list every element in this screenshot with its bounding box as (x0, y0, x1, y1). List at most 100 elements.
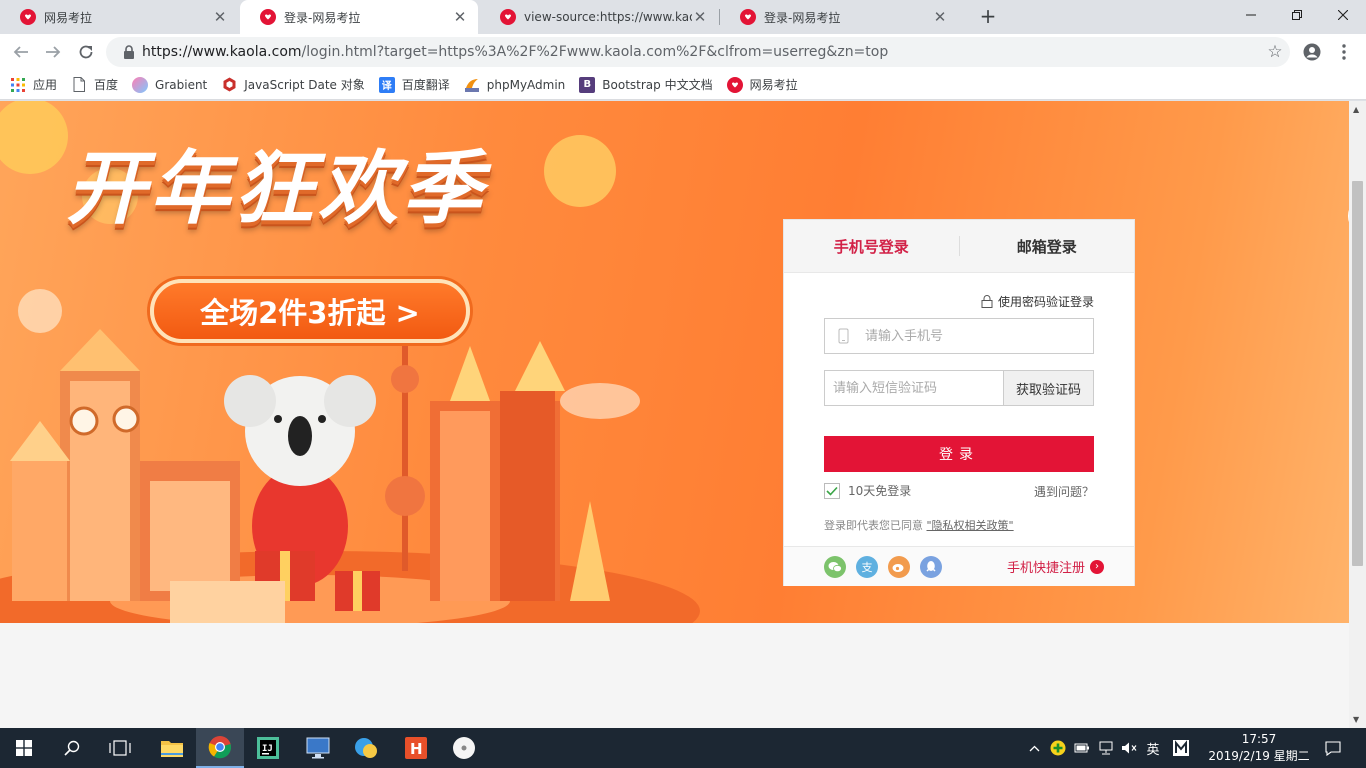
taskbar-hbuilder[interactable]: H (392, 728, 440, 768)
taskbar-intellij[interactable]: IJ (244, 728, 292, 768)
chrome-icon (208, 736, 232, 759)
translate-icon: 译 (378, 76, 395, 93)
back-button[interactable] (8, 39, 34, 65)
password-login-label: 使用密码验证登录 (997, 295, 1094, 309)
bookmark-bootstrap[interactable]: B Bootstrap 中文文档 (579, 76, 713, 93)
bookmark-label: Grabient (155, 77, 208, 92)
bookmark-kaola[interactable]: 网易考拉 (726, 76, 798, 93)
sms-code-input[interactable] (825, 371, 1003, 405)
tab-close-icon[interactable]: ✕ (932, 8, 948, 26)
taskbar-app-bubbles[interactable] (342, 728, 390, 768)
privacy-policy-link[interactable]: "隐私权相关政策" (927, 519, 1014, 532)
bookmarks-bar: 应用 百度 Grabient JavaScript Date 对象 译 百度翻译… (0, 70, 1366, 100)
taskbar-clock[interactable]: 17:57 2019/2/19 星期二 (1206, 731, 1312, 765)
problem-link[interactable]: 遇到问题？ (1034, 483, 1094, 500)
kaola-favicon-icon (20, 9, 36, 25)
tray-green-plus-icon[interactable] (1047, 728, 1069, 768)
task-view-icon (109, 740, 131, 756)
bookmark-star-icon[interactable]: ☆ (1260, 42, 1290, 62)
sms-code-field[interactable]: 获取验证码 (824, 370, 1094, 406)
remember-login[interactable]: 10天免登录 (824, 482, 911, 499)
weibo-icon[interactable] (888, 555, 910, 578)
disc-icon (453, 737, 475, 759)
get-sms-code-button[interactable]: 获取验证码 (1003, 371, 1093, 405)
minimize-icon (1246, 14, 1256, 16)
bookmark-baidu-translate[interactable]: 译 百度翻译 (378, 76, 450, 93)
tray-ime-label[interactable]: 英 (1141, 728, 1165, 768)
close-window-button[interactable] (1320, 0, 1366, 30)
login-submit-button[interactable]: 登录 (824, 436, 1094, 472)
tab-phone-login[interactable]: 手机号登录 (784, 236, 959, 257)
taskbar-media[interactable] (440, 728, 488, 768)
phone-field[interactable] (824, 318, 1094, 354)
new-tab-button[interactable]: + (977, 5, 999, 27)
alipay-icon[interactable]: 支 (856, 555, 878, 578)
bookmark-label: 应用 (33, 78, 58, 92)
login-tabs: 手机号登录 邮箱登录 (784, 220, 1134, 273)
address-bar[interactable]: https://www.kaola.com/login.html?target=… (106, 37, 1290, 67)
tab-kaola[interactable]: 网易考拉 ✕ (0, 0, 238, 34)
tray-expand-icon[interactable] (1024, 728, 1044, 768)
bookmark-javascript-date[interactable]: JavaScript Date 对象 (221, 76, 365, 93)
taskbar-remote-desktop[interactable] (294, 728, 342, 768)
tray-battery-icon[interactable] (1071, 728, 1093, 768)
reload-button[interactable] (73, 39, 99, 65)
phone-input[interactable] (865, 319, 1093, 353)
minimize-button[interactable] (1228, 0, 1274, 30)
forward-arrow-icon (46, 46, 61, 58)
url-path: /login.html?target=https%3A%2F%2Fwww.kao… (301, 44, 889, 60)
search-button[interactable] (48, 728, 96, 768)
remember-checkbox[interactable] (824, 482, 840, 499)
taskbar-file-explorer[interactable] (148, 728, 196, 768)
tab-title: 登录-网易考拉 (284, 10, 361, 25)
tab-title: 登录-网易考拉 (764, 10, 841, 25)
scroll-up-icon[interactable]: ▲ (1353, 105, 1359, 114)
close-icon (1338, 10, 1348, 20)
forward-button[interactable] (40, 39, 66, 65)
start-button[interactable] (0, 728, 48, 768)
profile-button[interactable] (1299, 39, 1325, 65)
bookmark-grabient[interactable]: Grabient (132, 76, 208, 93)
grabient-icon (132, 76, 149, 93)
lock-icon[interactable] (116, 45, 142, 59)
promo-banner[interactable]: 开年狂欢季 全场2件3折起 > (0, 101, 1349, 623)
tab-email-login[interactable]: 邮箱登录 (960, 236, 1135, 257)
wechat-icon[interactable] (824, 555, 846, 578)
tab-close-icon[interactable]: ✕ (212, 8, 228, 26)
page-scrollbar[interactable]: ▲ ▼ (1349, 101, 1366, 728)
bookmark-baidu[interactable]: 百度 (71, 76, 118, 93)
bookmark-label: 百度 (94, 78, 119, 92)
tab-login-2[interactable]: 登录-网易考拉 ✕ (720, 0, 958, 34)
bookmark-phpmyadmin[interactable]: phpMyAdmin (464, 77, 565, 93)
phpmyadmin-icon (464, 77, 480, 93)
banner-promo-button[interactable]: 全场2件3折起 > (150, 279, 470, 343)
password-login-link[interactable]: 使用密码验证登录 (981, 293, 1094, 310)
taskbar-chrome[interactable] (196, 728, 244, 768)
monitor-icon (306, 737, 330, 759)
bubbles-icon (355, 738, 377, 758)
tab-close-icon[interactable]: ✕ (692, 8, 708, 26)
task-view-button[interactable] (96, 728, 144, 768)
bookmark-apps[interactable]: 应用 (10, 76, 57, 93)
tab-close-icon[interactable]: ✕ (452, 8, 468, 26)
check-icon (826, 486, 838, 496)
restore-button[interactable] (1274, 0, 1320, 30)
tray-network-icon[interactable] (1095, 728, 1117, 768)
tab-login[interactable]: 登录-网易考拉 ✕ (240, 0, 478, 34)
url-text[interactable]: https://www.kaola.com/login.html?target=… (142, 44, 1260, 60)
svg-text:H: H (410, 740, 423, 758)
tray-volume-icon[interactable] (1119, 728, 1139, 768)
scroll-down-icon[interactable]: ▼ (1353, 715, 1359, 724)
tab-title: view-source:https://www.kaola (524, 10, 692, 24)
apps-grid-icon (10, 77, 26, 93)
notification-icon[interactable] (1318, 728, 1348, 768)
quick-register-link[interactable]: 手机快捷注册 › (1007, 557, 1104, 576)
menu-button[interactable] (1331, 39, 1357, 65)
scrollbar-thumb[interactable] (1352, 181, 1363, 566)
kaola-favicon-icon (260, 9, 276, 25)
qq-icon[interactable] (920, 555, 942, 578)
browser-toolbar: https://www.kaola.com/login.html?target=… (0, 34, 1366, 70)
tab-view-source[interactable]: view-source:https://www.kaola ✕ (480, 0, 718, 34)
bookmark-label: Bootstrap 中文文档 (602, 78, 713, 92)
tray-m-icon[interactable] (1168, 728, 1194, 768)
